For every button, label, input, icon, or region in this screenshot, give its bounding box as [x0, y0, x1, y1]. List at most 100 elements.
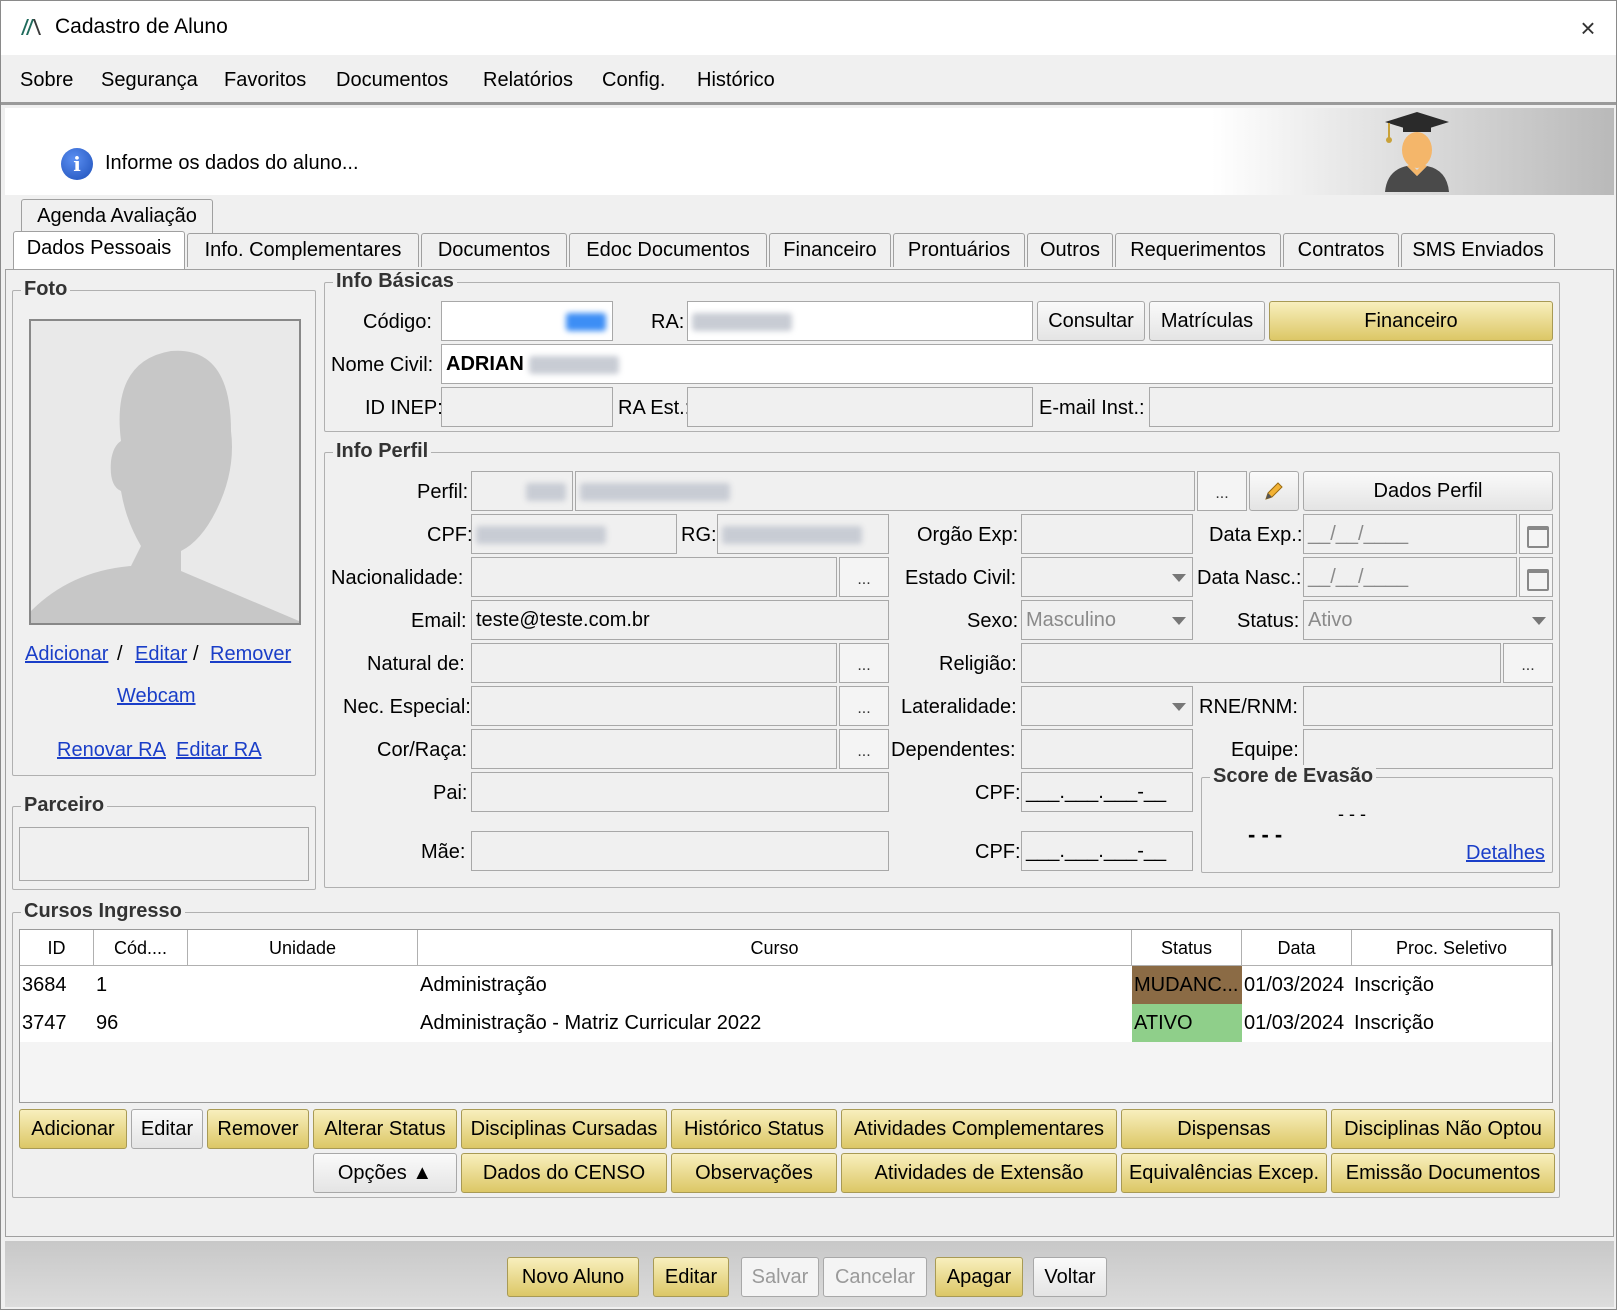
col-header-id[interactable]: ID: [20, 930, 94, 966]
menu-relatorios[interactable]: Relatórios: [483, 69, 573, 92]
tab-info-complementares[interactable]: Info. Complementares: [187, 233, 419, 267]
matriculas-button[interactable]: Matrículas: [1149, 301, 1265, 341]
opcoes-button[interactable]: Opções ▲: [313, 1153, 457, 1193]
table-row[interactable]: 3684 1 Administração MUDANC... 01/03/202…: [20, 966, 1552, 1004]
menu-favoritos[interactable]: Favoritos: [224, 69, 306, 92]
nacionalidade-field[interactable]: [471, 557, 837, 597]
perfil-lookup-button[interactable]: ...: [1197, 471, 1247, 511]
tab-contratos[interactable]: Contratos: [1283, 233, 1399, 267]
dados-perfil-button[interactable]: Dados Perfil: [1303, 471, 1553, 511]
atividades-complementares-button[interactable]: Atividades Complementares: [841, 1109, 1117, 1149]
table-row[interactable]: 3747 96 Administração - Matriz Curricula…: [20, 1004, 1552, 1042]
rne-rnm-field[interactable]: [1303, 686, 1553, 726]
editar-button[interactable]: Editar: [653, 1257, 729, 1297]
add-photo-link[interactable]: Adicionar: [25, 643, 108, 666]
tab-dados-pessoais[interactable]: Dados Pessoais: [13, 231, 185, 269]
dispensas-button[interactable]: Dispensas: [1121, 1109, 1327, 1149]
codigo-field[interactable]: [441, 301, 613, 341]
equivalencias-excep-button[interactable]: Equivalências Excep.: [1121, 1153, 1327, 1193]
email-inst-field[interactable]: [1149, 387, 1553, 427]
cpf-field[interactable]: [471, 514, 677, 554]
tab-agenda-avaliacao[interactable]: Agenda Avaliação: [21, 199, 213, 233]
close-icon[interactable]: ×: [1571, 11, 1605, 45]
status-select[interactable]: Ativo: [1303, 600, 1553, 640]
observacoes-button[interactable]: Observações: [671, 1153, 837, 1193]
menu-historico[interactable]: Histórico: [697, 69, 775, 92]
email-field[interactable]: teste@teste.com.br: [471, 600, 889, 640]
rg-field[interactable]: [717, 514, 889, 554]
natural-de-field[interactable]: [471, 643, 837, 683]
perfil-name-field[interactable]: [575, 471, 1195, 511]
col-header-data[interactable]: Data: [1242, 930, 1352, 966]
pai-field[interactable]: [471, 772, 889, 812]
tab-edoc-documentos[interactable]: Edoc Documentos: [569, 233, 767, 267]
col-header-curso[interactable]: Curso: [418, 930, 1132, 966]
tab-sms-enviados[interactable]: SMS Enviados: [1401, 233, 1555, 267]
menu-seguranca[interactable]: Segurança: [101, 69, 198, 92]
atividades-extensao-button[interactable]: Atividades de Extensão: [841, 1153, 1117, 1193]
cor-raca-lookup-button[interactable]: ...: [839, 729, 889, 769]
score-detalhes-link[interactable]: Detalhes: [1466, 842, 1545, 865]
data-nasc-field[interactable]: __/__/____: [1303, 557, 1517, 597]
curso-editar-button[interactable]: Editar: [131, 1109, 203, 1149]
voltar-button[interactable]: Voltar: [1033, 1257, 1107, 1297]
equipe-field[interactable]: [1303, 729, 1553, 769]
financeiro-button[interactable]: Financeiro: [1269, 301, 1553, 341]
col-header-unidade[interactable]: Unidade: [188, 930, 418, 966]
religiao-lookup-button[interactable]: ...: [1503, 643, 1553, 683]
novo-aluno-button[interactable]: Novo Aluno: [507, 1257, 639, 1297]
parceiro-field[interactable]: [19, 827, 309, 881]
calendar-icon[interactable]: [1519, 557, 1553, 597]
cpf-mae-field[interactable]: ___.___.___-__: [1021, 831, 1193, 871]
perfil-edit-button[interactable]: [1249, 471, 1299, 511]
edit-photo-link[interactable]: Editar: [135, 643, 187, 666]
nec-especial-field[interactable]: [471, 686, 837, 726]
salvar-button[interactable]: Salvar: [741, 1257, 819, 1297]
col-header-cod[interactable]: Cód....: [94, 930, 188, 966]
cor-raca-field[interactable]: [471, 729, 837, 769]
sexo-select[interactable]: Masculino: [1021, 600, 1193, 640]
data-exp-field[interactable]: __/__/____: [1303, 514, 1517, 554]
historico-status-button[interactable]: Histórico Status: [671, 1109, 837, 1149]
disciplinas-nao-optou-button[interactable]: Disciplinas Não Optou: [1331, 1109, 1555, 1149]
curso-remover-button[interactable]: Remover: [207, 1109, 309, 1149]
nacionalidade-lookup-button[interactable]: ...: [839, 557, 889, 597]
nome-civil-field[interactable]: ADRIAN: [441, 344, 1553, 384]
dependentes-field[interactable]: [1021, 729, 1193, 769]
dados-censo-button[interactable]: Dados do CENSO: [461, 1153, 667, 1193]
cancelar-button[interactable]: Cancelar: [823, 1257, 927, 1297]
tab-outros[interactable]: Outros: [1027, 233, 1113, 267]
tab-financeiro[interactable]: Financeiro: [769, 233, 891, 267]
menu-config[interactable]: Config.: [602, 69, 665, 92]
col-header-status[interactable]: Status: [1132, 930, 1242, 966]
cpf-pai-field[interactable]: ___.___.___-__: [1021, 772, 1193, 812]
estado-civil-select[interactable]: [1021, 557, 1193, 597]
remove-photo-link[interactable]: Remover: [210, 643, 291, 666]
id-inep-field[interactable]: [441, 387, 613, 427]
perfil-code-field[interactable]: [471, 471, 573, 511]
emissao-documentos-button[interactable]: Emissão Documentos: [1331, 1153, 1555, 1193]
tab-documentos[interactable]: Documentos: [421, 233, 567, 267]
nec-especial-lookup-button[interactable]: ...: [839, 686, 889, 726]
calendar-icon[interactable]: [1519, 514, 1553, 554]
apagar-button[interactable]: Apagar: [935, 1257, 1023, 1297]
consultar-button[interactable]: Consultar: [1037, 301, 1145, 341]
ra-field[interactable]: [687, 301, 1033, 341]
lateralidade-select[interactable]: [1021, 686, 1193, 726]
alterar-status-button[interactable]: Alterar Status: [313, 1109, 457, 1149]
renovar-ra-link[interactable]: Renovar RA: [57, 739, 166, 762]
tab-prontuarios[interactable]: Prontuários: [893, 233, 1025, 267]
menu-documentos[interactable]: Documentos: [336, 69, 448, 92]
menu-sobre[interactable]: Sobre: [20, 69, 73, 92]
natural-de-lookup-button[interactable]: ...: [839, 643, 889, 683]
curso-adicionar-button[interactable]: Adicionar: [19, 1109, 127, 1149]
webcam-link[interactable]: Webcam: [117, 685, 196, 708]
tab-requerimentos[interactable]: Requerimentos: [1115, 233, 1281, 267]
col-header-proc-seletivo[interactable]: Proc. Seletivo: [1352, 930, 1552, 966]
editar-ra-link[interactable]: Editar RA: [176, 739, 262, 762]
orgao-exp-field[interactable]: [1021, 514, 1193, 554]
disciplinas-cursadas-button[interactable]: Disciplinas Cursadas: [461, 1109, 667, 1149]
ra-est-field[interactable]: [687, 387, 1033, 427]
mae-field[interactable]: [471, 831, 889, 871]
religiao-field[interactable]: [1021, 643, 1501, 683]
